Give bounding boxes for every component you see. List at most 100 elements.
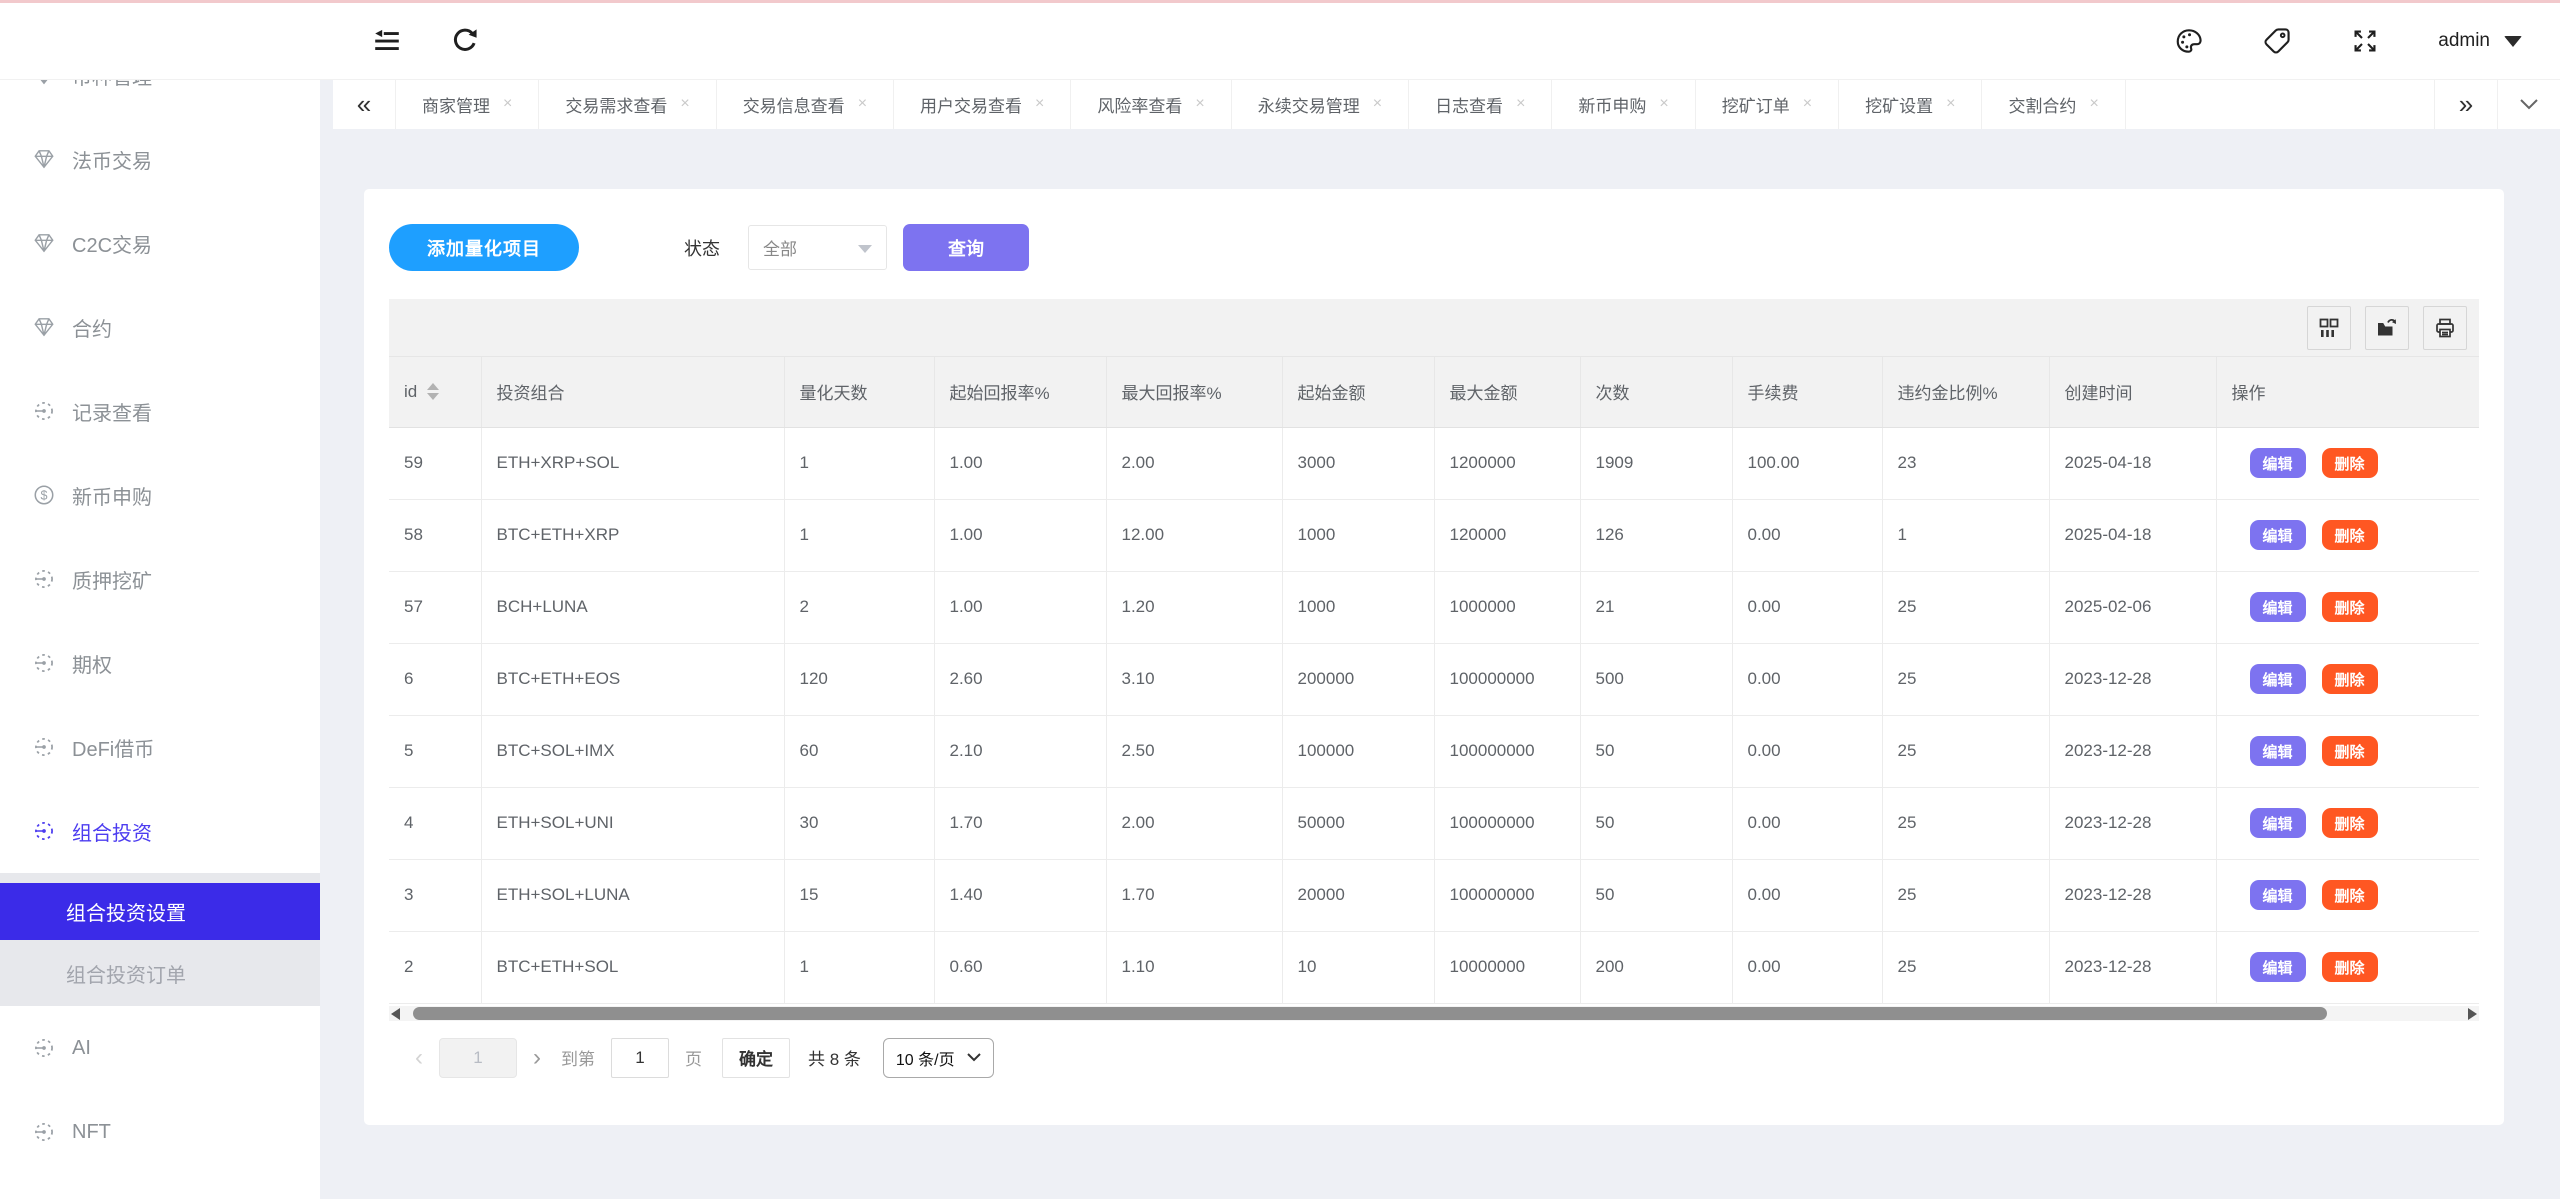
query-button[interactable]: 查询 [903, 224, 1029, 271]
tabs-scroll-left-icon[interactable]: « [333, 79, 396, 129]
tab[interactable]: 交易信息查看 × [717, 79, 894, 129]
table-cell: 2 [784, 571, 934, 643]
table-cell: 20000 [1282, 859, 1434, 931]
sidebar: 币种管理法币交易C2C交易合约记录查看$新币申购质押挖矿期权DeFi借币组合投资… [0, 0, 320, 1199]
tab-label: 交易信息查看 [743, 92, 845, 117]
tab[interactable]: 交易需求查看× [539, 79, 716, 129]
delete-button[interactable]: 删除 [2322, 664, 2378, 694]
tab[interactable]: 挖矿设置 × [1839, 79, 1982, 129]
tab-close-icon[interactable]: × [1659, 96, 1668, 112]
edit-button[interactable]: 编辑 [2250, 736, 2306, 766]
delete-button[interactable]: 删除 [2322, 736, 2378, 766]
confirm-page-button[interactable]: 确定 [722, 1038, 790, 1078]
table-cell: 0.00 [1732, 499, 1882, 571]
tab-close-icon[interactable]: × [503, 96, 512, 112]
columns-filter-icon[interactable] [2307, 306, 2351, 350]
delete-button[interactable]: 删除 [2322, 448, 2378, 478]
tab-close-icon[interactable]: × [858, 96, 867, 112]
tab[interactable]: 商家管理× [396, 79, 539, 129]
tab-label: 挖矿设置 [1865, 92, 1933, 117]
tab-close-icon[interactable]: × [1946, 96, 1955, 112]
sidebar-item[interactable]: 法币交易 [0, 117, 320, 201]
sidebar-item[interactable]: 记录查看 [0, 369, 320, 453]
sidebar-item[interactable]: 合约 [0, 285, 320, 369]
sidebar-submenu-item[interactable]: 组合投资设置 [0, 883, 320, 940]
delete-button[interactable]: 删除 [2322, 592, 2378, 622]
sidebar-menu: 币种管理法币交易C2C交易合约记录查看$新币申购质押挖矿期权DeFi借币组合投资… [0, 33, 320, 1174]
tab-close-icon[interactable]: × [1803, 96, 1812, 112]
edit-button[interactable]: 编辑 [2250, 592, 2306, 622]
tag-icon[interactable] [2262, 26, 2292, 56]
edit-button[interactable]: 编辑 [2250, 808, 2306, 838]
theme-palette-icon[interactable] [2174, 26, 2204, 56]
delete-button[interactable]: 删除 [2322, 520, 2378, 550]
tab[interactable]: 用户交易查看× [894, 79, 1071, 129]
sidebar-item-label: 合约 [72, 313, 112, 342]
tab[interactable]: 风险率查看 × [1071, 79, 1231, 129]
sort-icon[interactable] [427, 383, 439, 400]
edit-button[interactable]: 编辑 [2250, 952, 2306, 982]
edit-button[interactable]: 编辑 [2250, 448, 2306, 478]
prev-page-icon[interactable]: ‹ [405, 1046, 433, 1070]
refresh-icon[interactable] [450, 26, 480, 56]
scroll-right-arrow-icon[interactable] [2468, 1008, 2477, 1020]
sidebar-item[interactable]: 期权 [0, 621, 320, 705]
export-icon[interactable] [2365, 306, 2409, 350]
delete-button[interactable]: 删除 [2322, 880, 2378, 910]
delete-button[interactable]: 删除 [2322, 952, 2378, 982]
scrollbar-thumb[interactable] [413, 1007, 2327, 1020]
sidebar-item[interactable]: NFT [0, 1090, 320, 1174]
sidebar-item[interactable]: 质押挖矿 [0, 537, 320, 621]
table-cell: 1.00 [934, 499, 1106, 571]
table-cell: 12.00 [1106, 499, 1282, 571]
tab-close-icon[interactable]: × [1373, 96, 1382, 112]
table-cell: 2.00 [1106, 787, 1282, 859]
tab-close-icon[interactable]: × [1195, 96, 1204, 112]
tab[interactable]: 日志查看× [1409, 79, 1552, 129]
delete-button[interactable]: 删除 [2322, 808, 2378, 838]
tab-close-icon[interactable]: × [680, 96, 689, 112]
sidebar-item[interactable]: 组合投资 [0, 789, 320, 873]
current-page-button[interactable]: 1 [439, 1038, 517, 1078]
tab[interactable]: 永续交易管理× [1232, 79, 1409, 129]
per-page-select[interactable]: 10 条/页 [883, 1038, 994, 1078]
goto-page-input[interactable] [611, 1038, 669, 1078]
tab-close-icon[interactable]: × [1035, 96, 1044, 112]
sidebar-submenu-item[interactable]: 组合投资订单 [0, 940, 320, 1006]
tab[interactable]: 交割合约× [1982, 79, 2125, 129]
edit-button[interactable]: 编辑 [2250, 880, 2306, 910]
tab[interactable]: 新币申购× [1552, 79, 1695, 129]
next-page-icon[interactable]: › [523, 1046, 551, 1070]
tab-label: 风险率查看 [1097, 92, 1182, 117]
edit-button[interactable]: 编辑 [2250, 520, 2306, 550]
add-quant-project-button[interactable]: 添加量化项目 [389, 224, 579, 271]
status-select[interactable]: 全部 [748, 225, 887, 270]
tab-close-icon[interactable]: × [1516, 96, 1525, 112]
content-card: 添加量化项目 状态 全部 查询 [364, 189, 2504, 1125]
sidebar-item[interactable]: DeFi借币 [0, 705, 320, 789]
sidebar-item[interactable]: $新币申购 [0, 453, 320, 537]
collapse-menu-icon[interactable] [372, 26, 402, 56]
print-icon[interactable] [2423, 306, 2467, 350]
tabs-scroll-right-icon[interactable]: » [2434, 79, 2497, 129]
table-cell: 0.60 [934, 931, 1106, 1003]
table-cell: 1.20 [1106, 571, 1282, 643]
scroll-left-arrow-icon[interactable] [391, 1008, 400, 1020]
table-cell: 25 [1882, 859, 2049, 931]
tab-close-icon[interactable]: × [2089, 96, 2098, 112]
tabs-dropdown-icon[interactable] [2497, 79, 2560, 129]
sidebar-item[interactable]: C2C交易 [0, 201, 320, 285]
table-cell: 23 [1882, 427, 2049, 499]
diamond-icon [32, 147, 56, 171]
table-cell: 59 [389, 427, 481, 499]
sidebar-item[interactable]: AI [0, 1006, 320, 1090]
table-cell: 2023-12-28 [2049, 859, 2216, 931]
table-cell: 2023-12-28 [2049, 643, 2216, 715]
fullscreen-icon[interactable] [2350, 26, 2380, 56]
filter-row: 添加量化项目 状态 全部 查询 [389, 189, 2479, 271]
tab[interactable]: 挖矿订单× [1696, 79, 1839, 129]
user-menu[interactable]: admin [2438, 30, 2522, 52]
edit-button[interactable]: 编辑 [2250, 664, 2306, 694]
portfolio-table: id投资组合量化天数起始回报率%最大回报率%起始金额最大金额次数手续费违约金比例… [389, 357, 2479, 1004]
table-cell: 5 [389, 715, 481, 787]
